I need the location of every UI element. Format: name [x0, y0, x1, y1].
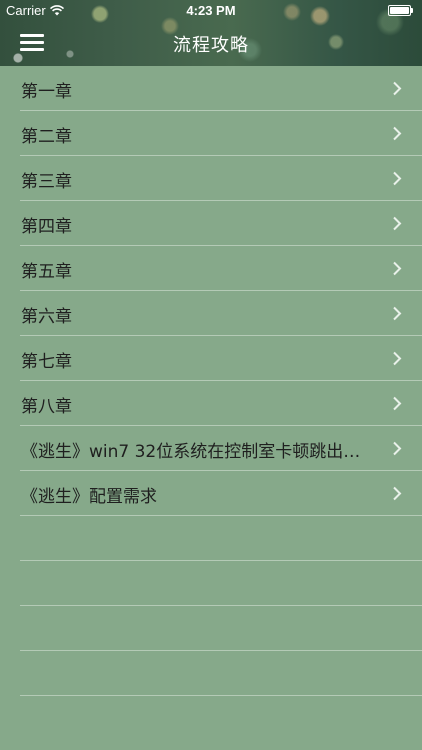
list-item[interactable]: 第五章 [20, 246, 422, 291]
empty-row [20, 651, 422, 696]
chevron-right-icon [393, 396, 402, 411]
list-item-label: 第八章 [21, 397, 72, 417]
chevron-right-icon [393, 126, 402, 141]
list-item-label: 第一章 [21, 82, 72, 102]
list-item-label: 第二章 [21, 127, 72, 147]
list-item[interactable]: 《逃生》配置需求 [20, 471, 422, 516]
nav-header: Carrier 4:23 PM 流程攻略 [0, 0, 422, 66]
list-item[interactable]: 第七章 [20, 336, 422, 381]
status-bar: Carrier 4:23 PM [0, 0, 422, 22]
list-item[interactable]: 第八章 [20, 381, 422, 426]
list-item-label: 第六章 [21, 307, 72, 327]
list-item-label: 第三章 [21, 172, 72, 192]
chevron-right-icon [393, 216, 402, 231]
chevron-right-icon [393, 306, 402, 321]
page-title: 流程攻略 [173, 35, 249, 56]
list-item[interactable]: 《逃生》win7 32位系统在控制室卡顿跳出解决方法 [20, 426, 422, 471]
list-item[interactable]: 第六章 [20, 291, 422, 336]
chevron-right-icon [393, 441, 402, 456]
chevron-right-icon [393, 171, 402, 186]
empty-row [20, 561, 422, 606]
list-item[interactable]: 第三章 [20, 156, 422, 201]
list-item[interactable]: 第二章 [20, 111, 422, 156]
chevron-right-icon [393, 81, 402, 96]
list-item-label: 《逃生》win7 32位系统在控制室卡顿跳出解决方法 [21, 442, 377, 462]
empty-row [20, 606, 422, 651]
chevron-right-icon [393, 486, 402, 501]
list-item-label: 第五章 [21, 262, 72, 282]
list-item[interactable]: 第四章 [20, 201, 422, 246]
chevron-right-icon [393, 261, 402, 276]
list-item[interactable]: 第一章 [20, 66, 422, 111]
list-item-label: 第七章 [21, 352, 72, 372]
status-time: 4:23 PM [186, 3, 236, 18]
chapter-list: 第一章 第二章 第三章 第四章 第五章 第六章 第七章 第八章 《逃生》win7… [0, 66, 422, 696]
empty-row [20, 516, 422, 561]
list-item-label: 《逃生》配置需求 [21, 487, 157, 507]
chevron-right-icon [393, 351, 402, 366]
battery-icon [388, 5, 414, 16]
list-item-label: 第四章 [21, 217, 72, 237]
